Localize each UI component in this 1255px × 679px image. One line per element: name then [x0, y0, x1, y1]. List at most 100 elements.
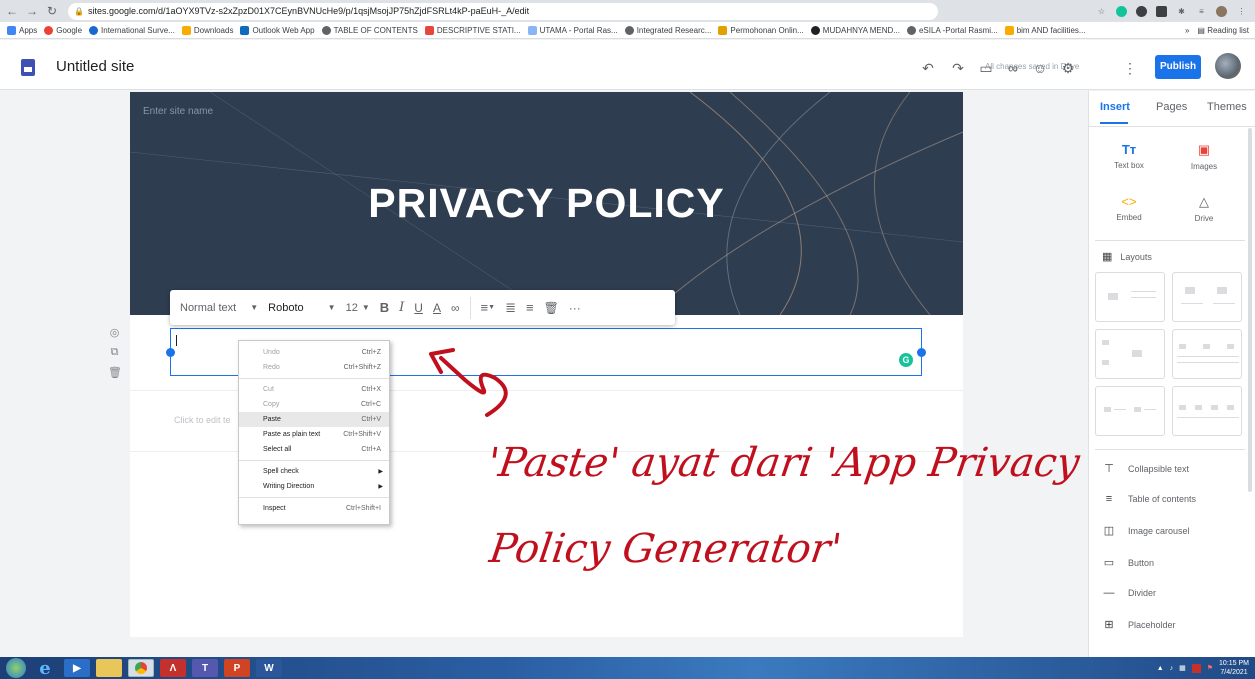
menu-item-redo[interactable]: Redo Ctrl+Shift+Z [239, 360, 389, 375]
media-icon[interactable]: ▶ [64, 659, 90, 677]
insert-images[interactable]: ▣ Images [1169, 142, 1239, 171]
bookmark-item[interactable]: Integrated Researc... [624, 25, 711, 35]
text-color-icon[interactable]: A [433, 301, 441, 315]
layout-option[interactable] [1095, 329, 1165, 379]
layout-option[interactable] [1172, 329, 1242, 379]
sites-logo-icon[interactable] [21, 59, 35, 76]
bookmark-item[interactable]: MUDAHNYA MEND... [810, 25, 900, 35]
network-icon[interactable]: ▦ [1179, 664, 1186, 672]
tab-pages[interactable]: Pages [1156, 101, 1187, 113]
font-dropdown[interactable]: Roboto ▼ [268, 302, 335, 314]
redo-icon[interactable]: ↷ [950, 60, 966, 76]
menu-item-undo[interactable]: Undo Ctrl+Z [239, 345, 389, 360]
forward-icon[interactable]: → [24, 3, 40, 19]
bookmark-item[interactable]: Outlook Web App [240, 25, 315, 35]
insert-collapsible-text[interactable]: ⊤ Collapsible text [1102, 462, 1189, 475]
style-dropdown[interactable]: Normal text ▼ [180, 302, 258, 314]
bookmark-item[interactable]: TABLE OF CONTENTS [321, 25, 418, 35]
menu-item-cut[interactable]: Cut Ctrl+X [239, 382, 389, 397]
menu-item-inspect[interactable]: Inspect Ctrl+Shift+I [239, 501, 389, 516]
extension-icon[interactable] [1136, 5, 1147, 17]
link-icon[interactable]: ∞ [1005, 60, 1021, 76]
playlist-icon[interactable]: ≡ [1196, 6, 1207, 17]
start-button-icon[interactable] [6, 658, 26, 678]
insert-placeholder[interactable]: ⊞ Placeholder [1102, 618, 1175, 631]
site-name-input[interactable]: Enter site name [143, 106, 213, 117]
underline-icon[interactable]: U [414, 301, 423, 315]
bookmark-item[interactable]: DESCRIPTIVE STATI... [424, 25, 521, 35]
chrome-icon[interactable] [128, 659, 154, 677]
tray-app-icon[interactable] [1191, 663, 1201, 673]
delete-icon[interactable]: 🗑 [108, 366, 122, 379]
bold-icon[interactable]: B [380, 300, 389, 315]
clock[interactable]: 10:15 PM 7/4/2021 [1219, 659, 1249, 677]
site-title[interactable]: Untitled site [56, 58, 134, 75]
bookmark-google[interactable]: Google [44, 25, 82, 35]
grammarly-ext-icon[interactable] [1116, 5, 1127, 17]
grammarly-icon[interactable]: G [899, 353, 913, 367]
layouts-heading[interactable]: ▦ Layouts [1102, 250, 1152, 263]
bookmark-apps[interactable]: Apps [7, 25, 37, 35]
bookmark-item[interactable]: International Surve... [89, 25, 175, 35]
size-dropdown[interactable]: 12 ▼ [346, 302, 370, 314]
tab-themes[interactable]: Themes [1207, 101, 1247, 113]
insert-embed[interactable]: <> Embed [1094, 194, 1164, 222]
resize-handle-left[interactable] [166, 348, 175, 357]
insert-text-box[interactable]: Tт Text box [1094, 142, 1164, 170]
insert-button[interactable]: ▭ Button [1102, 556, 1154, 569]
bookmark-item[interactable]: bim AND facilities... [1004, 25, 1086, 35]
internet-explorer-icon[interactable]: e [32, 658, 58, 679]
menu-item-paste-plain[interactable]: Paste as plain text Ctrl+Shift+V [239, 427, 389, 442]
layout-option[interactable] [1172, 386, 1242, 436]
puzzle-icon[interactable]: ✱ [1176, 6, 1187, 17]
back-icon[interactable]: ← [4, 3, 20, 19]
layout-option[interactable] [1095, 386, 1165, 436]
url-bar[interactable]: 🔒 sites.google.com/d/1aOYX9TVz-s2xZpzD01… [68, 2, 938, 20]
acrobat-icon[interactable]: Λ [160, 659, 186, 677]
publish-button[interactable]: Publish [1155, 55, 1201, 79]
reading-list-button[interactable]: ▤ Reading list [1197, 26, 1249, 35]
undo-icon[interactable]: ↶ [920, 60, 936, 76]
layout-option[interactable] [1172, 272, 1242, 322]
layout-option[interactable] [1095, 272, 1165, 322]
extension-icon[interactable] [1156, 5, 1167, 17]
kebab-menu-icon[interactable]: ⋮ [1236, 6, 1247, 17]
click-to-edit-text[interactable]: Click to edit te [174, 415, 231, 425]
panel-scrollbar[interactable] [1248, 128, 1252, 492]
share-icon[interactable]: ☺ [1032, 60, 1048, 76]
avatar[interactable] [1215, 53, 1241, 79]
resize-handle-right[interactable] [917, 348, 926, 357]
insert-image-carousel[interactable]: ◫ Image carousel [1102, 524, 1190, 537]
bookmark-item[interactable]: Downloads [181, 25, 233, 35]
volume-icon[interactable]: ♪ [1170, 665, 1174, 672]
file-explorer-icon[interactable] [96, 659, 122, 677]
numbered-list-icon[interactable]: ≣ [505, 300, 516, 316]
menu-item-writing-direction[interactable]: Writing Direction ▶ [239, 479, 389, 494]
banner-title[interactable]: PRIVACY POLICY [130, 180, 963, 227]
word-icon[interactable]: W [256, 659, 282, 677]
menu-item-copy[interactable]: Copy Ctrl+C [239, 397, 389, 412]
palette-icon[interactable]: ◎ [108, 326, 121, 339]
profile-icon[interactable] [1216, 5, 1227, 17]
more-options-icon[interactable]: ··· [569, 301, 581, 315]
tray-arrow-icon[interactable]: ▲ [1157, 665, 1164, 672]
menu-item-spell-check[interactable]: Spell check ▶ [239, 464, 389, 479]
more-icon[interactable]: ⋮ [1122, 60, 1138, 76]
star-icon[interactable]: ☆ [1096, 6, 1107, 17]
duplicate-icon[interactable]: ⧉ [108, 346, 121, 359]
insert-table-of-contents[interactable]: ≡ Table of contents [1102, 493, 1196, 505]
trash-icon[interactable]: 🗑 [544, 301, 559, 315]
settings-icon[interactable]: ⚙ [1060, 60, 1076, 76]
bookmark-item[interactable]: Permohonan Onlin... [718, 25, 804, 35]
insert-drive[interactable]: △ Drive [1169, 194, 1239, 223]
teams-icon[interactable]: T [192, 659, 218, 677]
align-icon[interactable]: ≡ ▼ [481, 300, 496, 315]
powerpoint-icon[interactable]: P [224, 659, 250, 677]
bulleted-list-icon[interactable]: ≡ [526, 300, 534, 315]
menu-item-paste[interactable]: Paste Ctrl+V [239, 412, 389, 427]
bookmark-item[interactable]: eSILA -Portal Rasmi... [906, 25, 998, 35]
menu-item-select-all[interactable]: Select all Ctrl+A [239, 442, 389, 457]
flag-icon[interactable]: ⚑ [1207, 664, 1213, 672]
bookmark-item[interactable]: UTAMA - Portal Ras... [527, 25, 618, 35]
italic-icon[interactable]: I [399, 300, 404, 315]
